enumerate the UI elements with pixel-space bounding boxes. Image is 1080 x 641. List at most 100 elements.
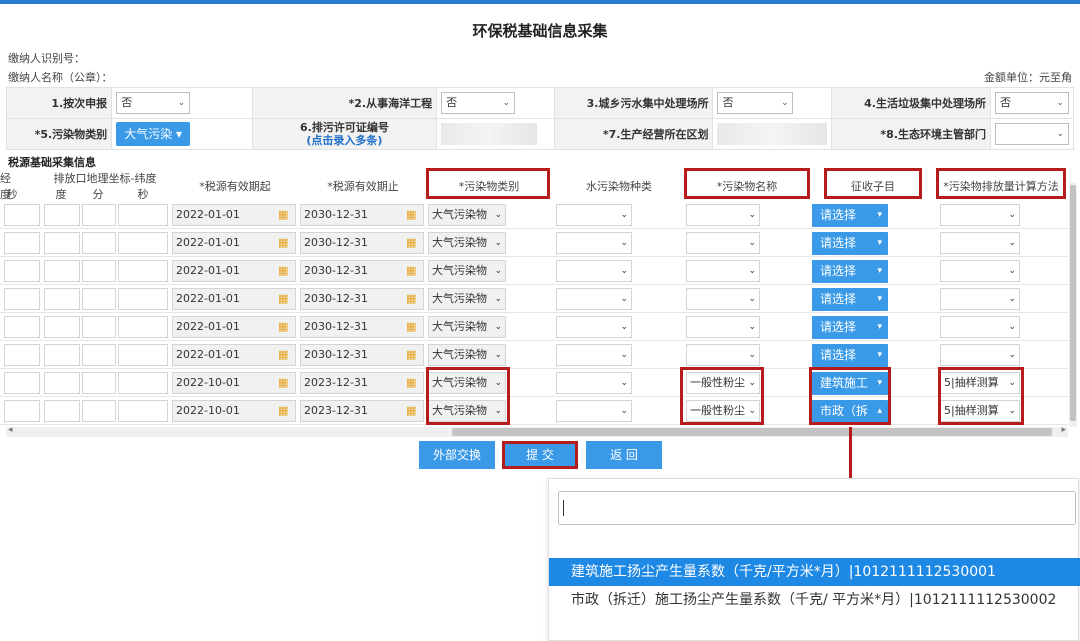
f1-select[interactable]: 否 ⌄ <box>116 92 191 114</box>
latitude-sec-field[interactable] <box>118 316 168 338</box>
calendar-icon[interactable]: ▦ <box>406 404 416 417</box>
calendar-icon[interactable]: ▦ <box>406 348 416 361</box>
longitude-sec-field[interactable] <box>4 232 40 254</box>
calendar-icon[interactable]: ▦ <box>406 264 416 277</box>
calendar-icon[interactable]: ▦ <box>278 404 288 417</box>
latitude-deg-field[interactable] <box>44 232 80 254</box>
longitude-sec-field[interactable] <box>4 344 40 366</box>
f6-sub-link[interactable]: (点击录入多条) <box>257 134 432 147</box>
f2-select[interactable]: 否 ⌄ <box>441 92 516 114</box>
dropdown-search-input[interactable] <box>558 491 1076 525</box>
latitude-deg-field[interactable] <box>44 400 80 422</box>
calc-method-select[interactable]: ⌄ <box>940 344 1020 366</box>
water-kind-select[interactable]: ⌄ <box>556 204 632 226</box>
latitude-deg-field[interactable] <box>44 316 80 338</box>
f3-select[interactable]: 否 ⌄ <box>717 92 794 114</box>
latitude-min-field[interactable] <box>82 344 116 366</box>
f4-select[interactable]: 否 ⌄ <box>995 92 1069 114</box>
calendar-icon[interactable]: ▦ <box>278 320 288 333</box>
pollutant-type-select[interactable]: 大气污染物 ⌄ <box>428 344 506 366</box>
latitude-sec-field[interactable] <box>118 288 168 310</box>
calendar-icon[interactable]: ▦ <box>278 208 288 221</box>
calendar-icon[interactable]: ▦ <box>406 208 416 221</box>
latitude-deg-field[interactable] <box>44 344 80 366</box>
calendar-icon[interactable]: ▦ <box>406 292 416 305</box>
pollutant-name-select[interactable]: ⌄ <box>686 204 760 226</box>
latitude-min-field[interactable] <box>82 260 116 282</box>
longitude-sec-field[interactable] <box>4 204 40 226</box>
latitude-sec-field[interactable] <box>118 400 168 422</box>
latitude-min-field[interactable] <box>82 232 116 254</box>
calendar-icon[interactable]: ▦ <box>278 236 288 249</box>
subitem-select-button[interactable]: 请选择 ▾ <box>812 232 888 255</box>
water-kind-select[interactable]: ⌄ <box>556 288 632 310</box>
pollutant-type-select[interactable]: 大气污染物 ⌄ <box>428 288 506 310</box>
region-field[interactable] <box>717 123 828 145</box>
calc-method-select[interactable]: ⌄ <box>940 316 1020 338</box>
dropdown-option-construction[interactable]: 建筑施工扬尘产生量系数（千克/平方米*月）|1012111112530001 <box>549 558 1080 586</box>
calendar-icon[interactable]: ▦ <box>278 292 288 305</box>
external-exchange-button[interactable]: 外部交换 <box>419 441 495 469</box>
water-kind-select[interactable]: ⌄ <box>556 400 632 422</box>
latitude-deg-field[interactable] <box>44 372 80 394</box>
pollutant-name-select[interactable]: ⌄ <box>686 232 760 254</box>
water-kind-select[interactable]: ⌄ <box>556 372 632 394</box>
pollutant-name-select[interactable]: ⌄ <box>686 344 760 366</box>
pollutant-name-select[interactable]: ⌄ <box>686 260 760 282</box>
pollutant-type-select[interactable]: 大气污染物 ⌄ <box>428 204 506 226</box>
latitude-sec-field[interactable] <box>118 232 168 254</box>
dropdown-option-municipal[interactable]: 市政（拆迁）施工扬尘产生量系数（千克/ 平方米*月）|1012111112530… <box>549 586 1080 614</box>
latitude-deg-field[interactable] <box>44 260 80 282</box>
latitude-sec-field[interactable] <box>118 344 168 366</box>
latitude-min-field[interactable] <box>82 400 116 422</box>
submit-button[interactable]: 提 交 <box>502 441 578 469</box>
calendar-icon[interactable]: ▦ <box>406 376 416 389</box>
latitude-deg-field[interactable] <box>44 204 80 226</box>
latitude-min-field[interactable] <box>82 372 116 394</box>
latitude-sec-field[interactable] <box>118 204 168 226</box>
pollutant-type-select[interactable]: 大气污染物 ⌄ <box>428 232 506 254</box>
pollutant-type-select[interactable]: 大气污染物 ⌄ <box>428 316 506 338</box>
calendar-icon[interactable]: ▦ <box>278 348 288 361</box>
subitem-select-button[interactable]: 请选择 ▾ <box>812 204 888 227</box>
calendar-icon[interactable]: ▦ <box>278 376 288 389</box>
calendar-icon[interactable]: ▦ <box>406 236 416 249</box>
pollutant-name-select[interactable]: ⌄ <box>686 288 760 310</box>
pollutant-name-select[interactable]: ⌄ <box>686 316 760 338</box>
back-button[interactable]: 返 回 <box>586 441 662 469</box>
water-kind-select[interactable]: ⌄ <box>556 344 632 366</box>
latitude-sec-field[interactable] <box>118 372 168 394</box>
subitem-select-button[interactable]: 请选择 ▾ <box>812 288 888 311</box>
calc-method-select[interactable]: ⌄ <box>940 204 1020 226</box>
permit-number-field[interactable] <box>441 123 538 145</box>
longitude-sec-field[interactable] <box>4 372 40 394</box>
longitude-sec-field[interactable] <box>4 316 40 338</box>
latitude-deg-field[interactable] <box>44 288 80 310</box>
latitude-sec-field[interactable] <box>118 260 168 282</box>
f6-label[interactable]: 6.排污许可证编号 (点击录入多条) <box>251 118 438 150</box>
water-kind-select[interactable]: ⌄ <box>556 316 632 338</box>
pollutant-category-button[interactable]: 大气污染 ▾ <box>116 122 191 146</box>
latitude-min-field[interactable] <box>82 316 116 338</box>
calc-method-select[interactable]: ⌄ <box>940 232 1020 254</box>
longitude-sec-field[interactable] <box>4 260 40 282</box>
calc-method-select[interactable]: ⌄ <box>940 260 1020 282</box>
water-kind-select[interactable]: ⌄ <box>556 260 632 282</box>
calc-method-select[interactable]: ⌄ <box>940 288 1020 310</box>
horizontal-scroll-thumb[interactable] <box>452 428 1052 436</box>
calendar-icon[interactable]: ▦ <box>278 264 288 277</box>
subitem-select-button[interactable]: 请选择 ▾ <box>812 344 888 367</box>
horizontal-scrollbar[interactable]: ◂ ▸ <box>6 425 1068 437</box>
subitem-select-button[interactable]: 请选择 ▾ <box>812 260 888 283</box>
longitude-sec-field[interactable] <box>4 288 40 310</box>
calendar-icon[interactable]: ▦ <box>406 320 416 333</box>
latitude-min-field[interactable] <box>82 204 116 226</box>
scroll-left-icon[interactable]: ◂ <box>8 425 13 435</box>
vertical-scrollbar[interactable] <box>1069 183 1077 427</box>
scroll-right-icon[interactable]: ▸ <box>1061 425 1066 435</box>
f8-select[interactable]: ⌄ <box>995 123 1069 145</box>
latitude-min-field[interactable] <box>82 288 116 310</box>
vertical-scroll-thumb[interactable] <box>1070 185 1076 421</box>
pollutant-type-select[interactable]: 大气污染物 ⌄ <box>428 260 506 282</box>
water-kind-select[interactable]: ⌄ <box>556 232 632 254</box>
